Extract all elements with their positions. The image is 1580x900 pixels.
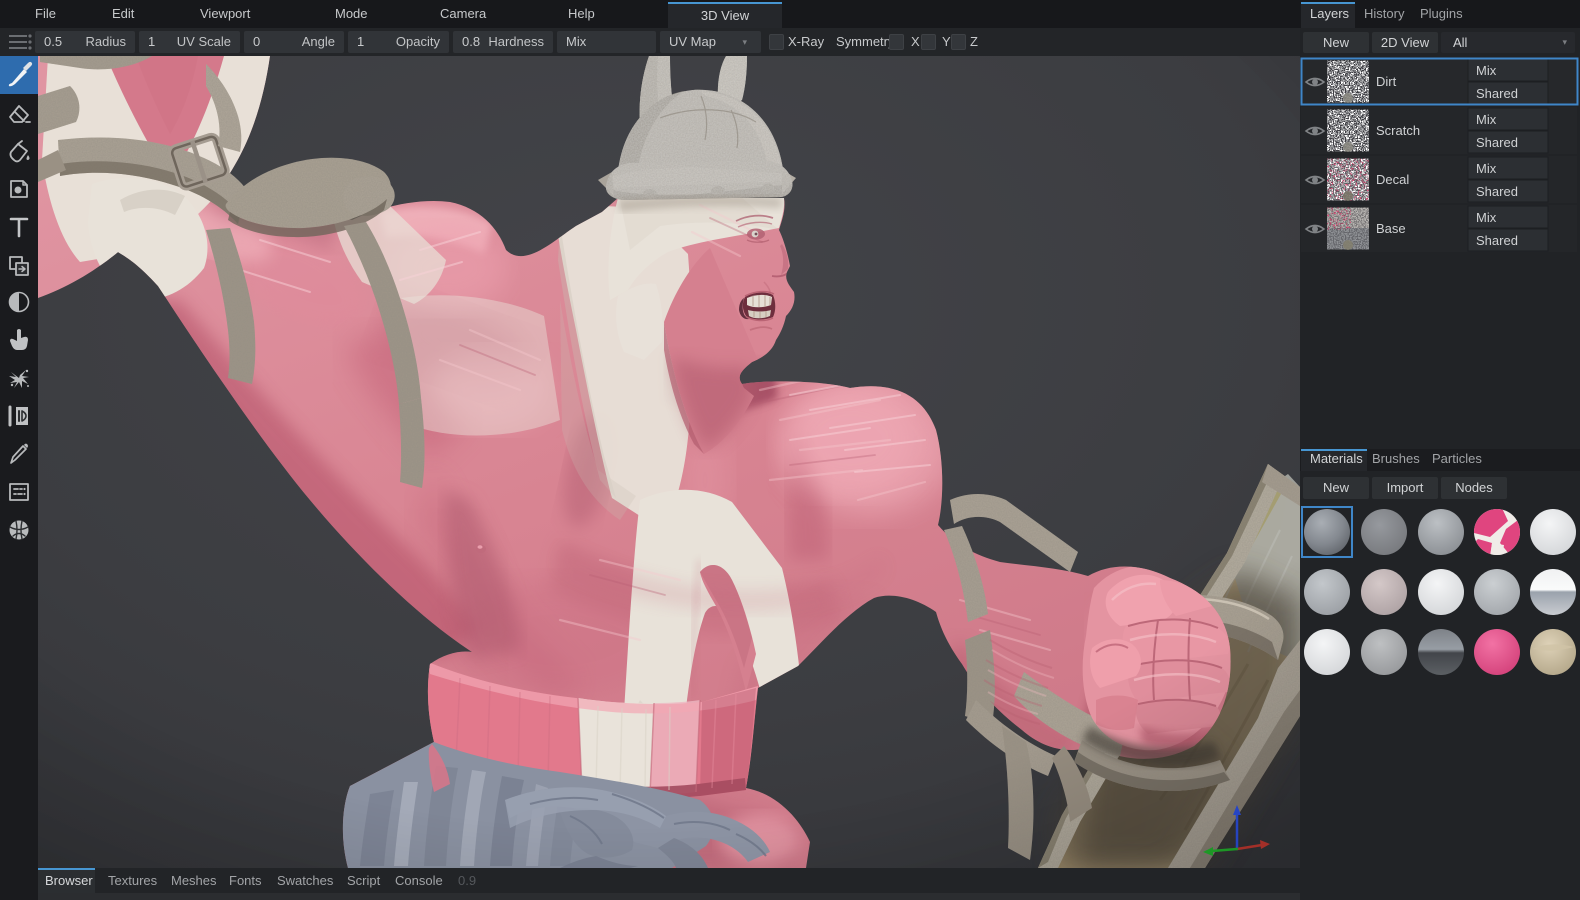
svg-text:Mix: Mix (1476, 63, 1497, 78)
svg-text:Mix: Mix (1476, 161, 1497, 176)
svg-text:Shared: Shared (1476, 135, 1518, 150)
svg-text:Decal: Decal (1376, 172, 1409, 187)
svg-text:Dirt: Dirt (1376, 74, 1397, 89)
svg-text:Mix: Mix (1476, 210, 1497, 225)
svg-text:Mix: Mix (1476, 112, 1497, 127)
svg-text:Base: Base (1376, 221, 1406, 236)
svg-text:Shared: Shared (1476, 86, 1518, 101)
svg-text:Shared: Shared (1476, 233, 1518, 248)
svg-text:Shared: Shared (1476, 184, 1518, 199)
svg-text:Scratch: Scratch (1376, 123, 1420, 138)
